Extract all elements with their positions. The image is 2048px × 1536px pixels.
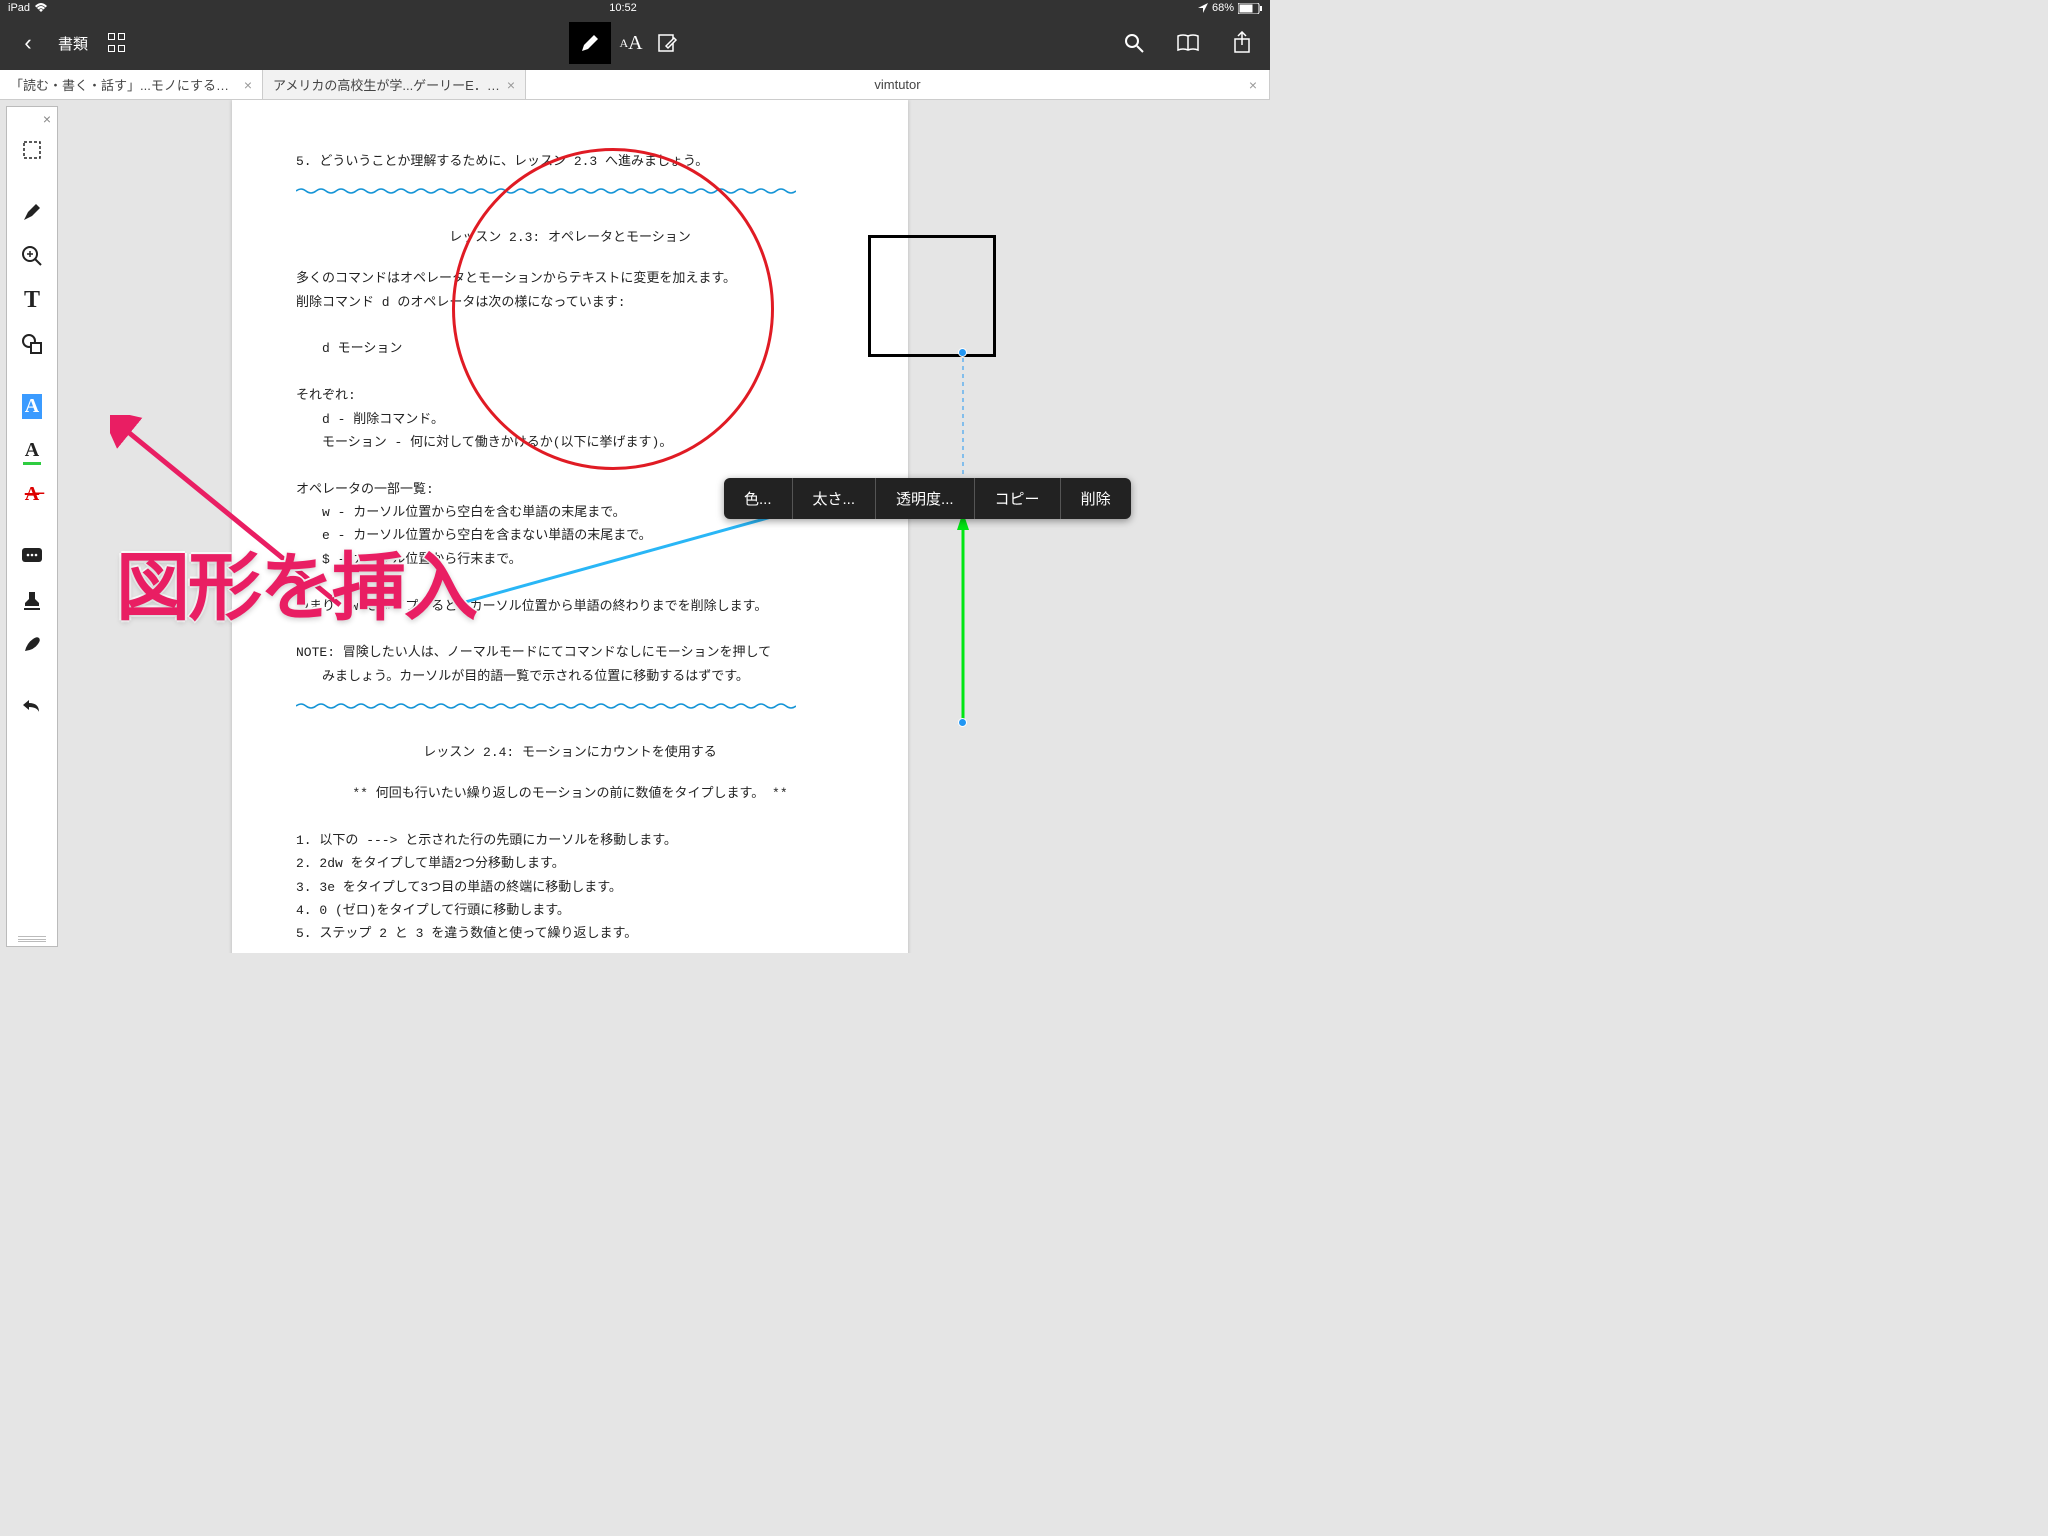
tab-title: アメリカの高校生が学...ゲーリーE．クレイトン — [273, 75, 501, 94]
app-toolbar: ‹ 書類 AA — [0, 16, 1270, 70]
shape-context-menu: 色... 太さ... 透明度... コピー 削除 — [724, 478, 1131, 519]
tab-title: 「読む・書く・話す」...モノにする技術 齋藤 孝 — [10, 75, 238, 94]
wifi-icon — [34, 3, 48, 13]
magnifier-tool[interactable] — [12, 235, 52, 277]
workspace: × T A A A̶ — [0, 100, 1270, 953]
wave-divider — [296, 702, 796, 710]
book-button[interactable] — [1172, 27, 1204, 59]
selection-handle[interactable] — [958, 718, 967, 727]
note-icon — [21, 547, 43, 565]
doc-line: 2. 2dw をタイプして単語2つ分移動します。 — [296, 852, 844, 875]
tool-palette: × T A A A̶ — [6, 106, 58, 947]
grid-view-button[interactable] — [102, 27, 134, 59]
menu-copy[interactable]: コピー — [975, 478, 1061, 519]
share-icon — [1232, 31, 1252, 55]
menu-delete[interactable]: 削除 — [1061, 478, 1131, 519]
tab-bar: 「読む・書く・話す」...モノにする技術 齋藤 孝 × アメリカの高校生が学..… — [0, 70, 1270, 100]
green-arrow-annotation[interactable] — [953, 352, 973, 730]
red-circle-annotation[interactable] — [452, 148, 774, 470]
pencil-icon — [579, 32, 601, 54]
battery-percent: 68% — [1212, 2, 1234, 14]
signature-tool[interactable] — [12, 623, 52, 665]
doc-line: 1. 以下の ---> と示された行の先頭にカーソルを移動します。 — [296, 829, 844, 852]
text-icon: T — [24, 287, 40, 314]
highlighter-icon — [20, 200, 44, 224]
tab-title: vimtutor — [874, 77, 920, 92]
undo-button[interactable] — [12, 685, 52, 727]
note-tool[interactable] — [12, 535, 52, 577]
strike-a-icon: A̶ — [25, 483, 39, 506]
highlighter-tool[interactable] — [12, 191, 52, 233]
location-icon — [1198, 3, 1208, 13]
tab-2[interactable]: vimtutor × — [526, 70, 1270, 99]
strikethrough-tool[interactable]: A̶ — [12, 473, 52, 515]
annotate-mode-button[interactable] — [569, 22, 611, 64]
doc-line: ** 何回も行いたい繰り返しのモーションの前に数値をタイプします。 ** — [296, 782, 844, 805]
small-a-icon: A — [619, 36, 628, 51]
fountain-pen-icon — [21, 633, 43, 655]
highlight-text-tool[interactable]: A — [12, 385, 52, 427]
shape-tool[interactable] — [12, 323, 52, 365]
grid-icon — [108, 33, 128, 53]
select-tool[interactable] — [12, 129, 52, 171]
menu-color[interactable]: 色... — [724, 478, 793, 519]
battery-icon — [1238, 3, 1262, 14]
underline-a-icon: A — [25, 439, 39, 462]
doc-line: 4. 0 (ゼロ)をタイプして行頭に移動します。 — [296, 899, 844, 922]
edit-page-icon — [656, 32, 678, 54]
selection-handle[interactable] — [958, 348, 967, 357]
doc-line: 3. 3e をタイプして3つ目の単語の終端に移動します。 — [296, 876, 844, 899]
clock: 10:52 — [609, 2, 637, 14]
magnifier-icon — [21, 245, 43, 267]
stamp-tool[interactable] — [12, 579, 52, 621]
doc-line: みましょう。カーソルが目的語一覧で示される位置に移動するはずです。 — [322, 665, 844, 688]
documents-button[interactable]: 書類 — [58, 33, 88, 54]
document-viewport[interactable]: 5. どういうことか理解するために、レッスン 2.3 へ進みましょう。 レッスン… — [58, 100, 1270, 953]
blue-line-annotation[interactable] — [458, 504, 818, 604]
close-icon[interactable]: × — [244, 77, 252, 93]
lesson-title: レッスン 2.4: モーションにカウントを使用する — [296, 741, 844, 764]
close-icon[interactable]: × — [1249, 77, 1257, 93]
shape-icon — [20, 332, 44, 356]
doc-line: 5. ステップ 2 と 3 を違う数値と使って繰り返します。 — [296, 922, 844, 945]
edit-document-button[interactable] — [651, 27, 683, 59]
book-icon — [1176, 33, 1200, 53]
close-icon[interactable]: × — [507, 77, 515, 93]
text-size-button[interactable]: AA — [615, 27, 647, 59]
doc-line: NOTE: 冒険したい人は、ノーマルモードにてコマンドなしにモーションを押して — [296, 641, 844, 664]
palette-close-button[interactable]: × — [37, 111, 57, 127]
device-label: iPad — [8, 2, 30, 14]
underline-tool[interactable]: A — [12, 429, 52, 471]
text-tool[interactable]: T — [12, 279, 52, 321]
black-rectangle-annotation[interactable] — [868, 235, 996, 357]
search-button[interactable] — [1118, 27, 1150, 59]
undo-icon — [21, 697, 43, 715]
menu-thickness[interactable]: 太さ... — [793, 478, 877, 519]
tab-0[interactable]: 「読む・書く・話す」...モノにする技術 齋藤 孝 × — [0, 70, 263, 99]
status-bar: iPad 10:52 68% — [0, 0, 1270, 16]
highlight-a-icon: A — [22, 394, 42, 419]
tab-1[interactable]: アメリカの高校生が学...ゲーリーE．クレイトン × — [263, 70, 526, 99]
back-button[interactable]: ‹ — [12, 27, 44, 59]
overlay-caption: 図形を挿入 — [116, 528, 476, 635]
marquee-icon — [21, 139, 43, 161]
stamp-icon — [21, 589, 43, 611]
palette-grip[interactable] — [18, 936, 46, 942]
share-button[interactable] — [1226, 27, 1258, 59]
search-icon — [1123, 32, 1145, 54]
large-a-icon: A — [628, 32, 642, 55]
menu-opacity[interactable]: 透明度... — [876, 478, 975, 519]
